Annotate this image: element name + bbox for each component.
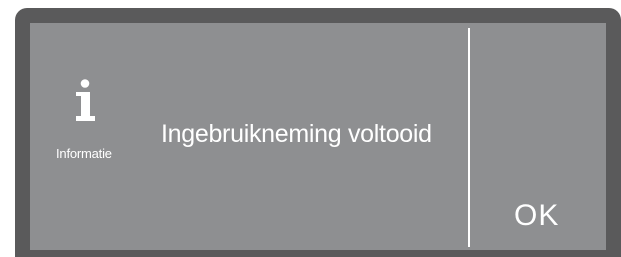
info-caption: Informatie [56,146,112,161]
ok-button[interactable]: OK [470,23,606,250]
ok-button-label: OK [514,199,560,232]
info-dialog: Informatie Ingebruikneming voltooid OK [30,23,606,250]
dialog-message: Ingebruikneming voltooid [161,120,432,148]
info-icon [76,79,95,121]
